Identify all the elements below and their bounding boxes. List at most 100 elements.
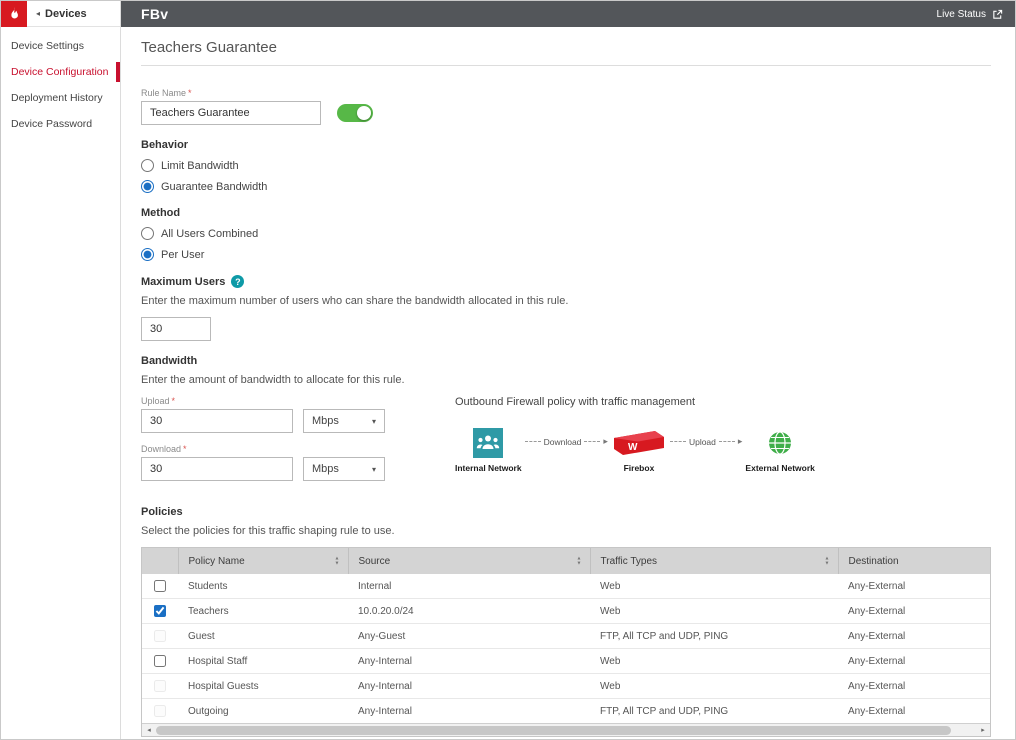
live-status-link[interactable]: Live Status: [937, 9, 1003, 20]
limit-bandwidth-radio[interactable]: [141, 159, 154, 172]
policy-traffic-cell: Web: [590, 599, 838, 624]
internal-network-icon: [473, 428, 503, 458]
policy-name-cell: Guest: [178, 624, 348, 649]
column-header-policy-name[interactable]: Policy Name ▲▼: [178, 548, 348, 574]
watchguard-flame-logo[interactable]: [1, 1, 27, 27]
upload-connector-label: Upload: [689, 437, 716, 447]
chevron-down-icon: ▾: [372, 465, 376, 474]
external-network-globe-icon: [765, 428, 795, 458]
help-icon[interactable]: ?: [231, 275, 244, 288]
download-label-text: Download: [141, 444, 181, 454]
external-network-node: External Network: [745, 428, 814, 473]
policy-row[interactable]: Teachers 10.0.20.0/24 Web Any-External: [142, 599, 990, 624]
external-network-label: External Network: [745, 463, 814, 473]
arrow-right-icon: ▸: [738, 437, 743, 446]
policy-source-cell: Any-Internal: [348, 674, 590, 699]
sidebar-item-deployment-history[interactable]: Deployment History: [1, 85, 120, 111]
behavior-section-label: Behavior: [141, 139, 991, 151]
per-user-radio[interactable]: [141, 248, 154, 261]
top-header: FBv Live Status: [121, 1, 1015, 27]
policy-name-cell: Teachers: [178, 599, 348, 624]
dashed-line: [584, 441, 600, 442]
sidebar-item-device-settings[interactable]: Device Settings: [1, 33, 120, 59]
policies-table-body: Students Internal Web Any-External Teach…: [142, 574, 990, 723]
bandwidth-section-label: Bandwidth: [141, 355, 991, 367]
scroll-left-arrow[interactable]: ◂: [142, 724, 156, 737]
upload-unit-select[interactable]: Mbps ▾: [303, 409, 385, 433]
policy-checkbox[interactable]: [154, 655, 166, 667]
column-header-traffic-types[interactable]: Traffic Types ▲▼: [590, 548, 838, 574]
policy-source-cell: Any-Guest: [348, 624, 590, 649]
scrollbar-track[interactable]: [156, 724, 976, 736]
policies-section-label: Policies: [141, 506, 991, 518]
sort-icon[interactable]: ▲▼: [577, 557, 582, 566]
sidebar-item-device-password[interactable]: Device Password: [1, 111, 120, 137]
policy-traffic-cell: Web: [590, 649, 838, 674]
sidebar-nav: Device SettingsDevice ConfigurationDeplo…: [1, 27, 120, 137]
dashed-line: [670, 441, 686, 442]
external-link-icon: [992, 9, 1003, 20]
bandwidth-area: Upload* Mbps ▾ Download*: [141, 396, 991, 492]
radio-label: All Users Combined: [161, 228, 258, 240]
download-input[interactable]: [141, 457, 293, 481]
policy-name-cell: Students: [178, 574, 348, 599]
policy-checkbox[interactable]: [154, 580, 166, 592]
required-marker: *: [183, 444, 187, 454]
rule-enabled-toggle[interactable]: [337, 104, 373, 122]
diagram-title: Outbound Firewall policy with traffic ma…: [455, 396, 815, 408]
column-header-source[interactable]: Source▲▼: [348, 548, 590, 574]
policies-description: Select the policies for this traffic sha…: [141, 525, 991, 537]
radio-all-users-combined[interactable]: All Users Combined: [141, 227, 991, 240]
rule-name-label-text: Rule Name: [141, 88, 186, 98]
column-header-label: Destination: [849, 556, 899, 567]
policy-checkbox[interactable]: [154, 705, 166, 717]
radio-limit-bandwidth[interactable]: Limit Bandwidth: [141, 159, 991, 172]
maximum-users-input[interactable]: [141, 317, 211, 341]
column-header-label: Traffic Types: [601, 556, 658, 567]
rule-name-label: Rule Name*: [141, 88, 991, 98]
column-header-label: Policy Name: [189, 556, 245, 567]
policy-row[interactable]: Students Internal Web Any-External: [142, 574, 990, 599]
policy-row[interactable]: Guest Any-Guest FTP, All TCP and UDP, PI…: [142, 624, 990, 649]
method-section-label: Method: [141, 207, 991, 219]
scroll-right-arrow[interactable]: ▸: [976, 724, 990, 737]
radio-label: Limit Bandwidth: [161, 160, 239, 172]
horizontal-scrollbar[interactable]: ◂ ▸: [142, 723, 990, 736]
arrow-right-icon: ▸: [603, 437, 608, 446]
policy-row[interactable]: Hospital Guests Any-Internal Web Any-Ext…: [142, 674, 990, 699]
bandwidth-description: Enter the amount of bandwidth to allocat…: [141, 374, 991, 386]
policy-destination-cell: Any-External: [838, 624, 990, 649]
rule-name-input[interactable]: [141, 101, 321, 125]
required-marker: *: [188, 88, 192, 98]
sort-icon[interactable]: ▲▼: [335, 557, 340, 566]
sort-icon[interactable]: ▲▼: [825, 557, 830, 566]
policy-row[interactable]: Outgoing Any-Internal FTP, All TCP and U…: [142, 699, 990, 724]
upload-label-text: Upload: [141, 396, 170, 406]
page-title: Teachers Guarantee: [141, 39, 991, 66]
scrollbar-thumb[interactable]: [156, 726, 951, 735]
policy-traffic-cell: Web: [590, 574, 838, 599]
sidebar-item-device-configuration[interactable]: Device Configuration: [1, 59, 120, 85]
guarantee-bandwidth-radio[interactable]: [141, 180, 154, 193]
back-arrow-icon[interactable]: ◂: [36, 9, 40, 18]
policy-checkbox[interactable]: [154, 680, 166, 692]
internal-network-label: Internal Network: [455, 463, 522, 473]
policy-destination-cell: Any-External: [838, 674, 990, 699]
download-unit-select[interactable]: Mbps ▾: [303, 457, 385, 481]
policy-destination-cell: Any-External: [838, 599, 990, 624]
policy-checkbox[interactable]: [154, 630, 166, 642]
policy-row[interactable]: Hospital Staff Any-Internal Web Any-Exte…: [142, 649, 990, 674]
radio-guarantee-bandwidth[interactable]: Guarantee Bandwidth: [141, 180, 991, 193]
policy-name-cell: Hospital Guests: [178, 674, 348, 699]
rule-name-row: [141, 101, 991, 125]
download-row: Mbps ▾: [141, 457, 403, 481]
firebox-node: W Firebox: [611, 428, 667, 473]
policy-checkbox[interactable]: [154, 605, 166, 617]
upload-input[interactable]: [141, 409, 293, 433]
maximum-users-section-label: Maximum Users ?: [141, 275, 991, 288]
all-users-combined-radio[interactable]: [141, 227, 154, 240]
radio-per-user[interactable]: Per User: [141, 248, 991, 261]
upload-connector: Upload ▸: [670, 437, 742, 447]
upload-unit-value: Mbps: [312, 415, 339, 427]
policy-traffic-cell: FTP, All TCP and UDP, PING: [590, 699, 838, 724]
